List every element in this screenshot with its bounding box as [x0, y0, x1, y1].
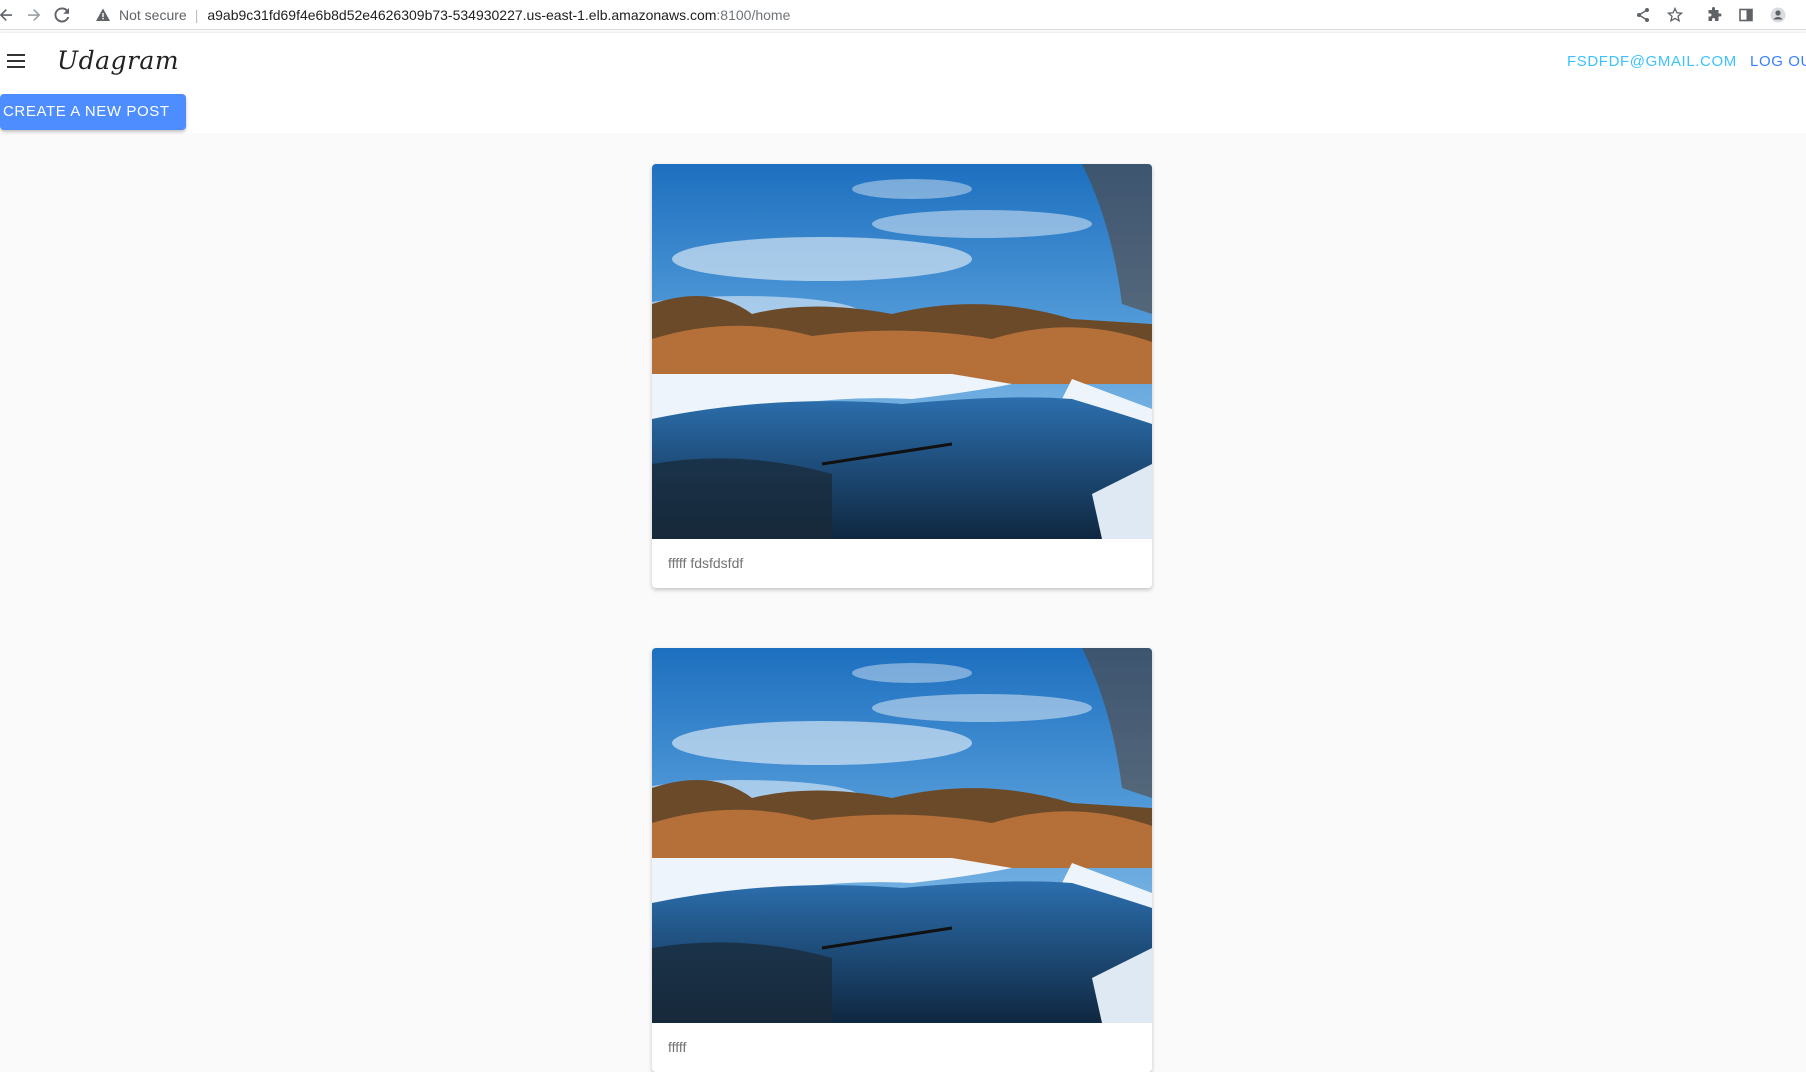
address-separator: | — [194, 7, 199, 23]
post-photo[interactable] — [652, 164, 1152, 539]
profile-button[interactable] — [1768, 5, 1788, 25]
extension-icon — [1708, 7, 1722, 21]
share-icon — [1637, 8, 1649, 22]
forward-button[interactable] — [24, 5, 44, 25]
sidepanel-icon — [1739, 8, 1753, 22]
post-card: fffff — [652, 648, 1152, 1072]
share-button[interactable] — [1633, 5, 1653, 25]
address-bar[interactable]: Not secure | a9ab9c31fd69f4e6b8d52e46263… — [95, 3, 1625, 27]
browser-toolbar: Not secure | a9ab9c31fd69f4e6b8d52e46263… — [0, 0, 1806, 30]
post-caption: fffff fdsfdsfdf — [668, 555, 744, 571]
bookmark-button[interactable] — [1665, 5, 1685, 25]
menu-button[interactable] — [4, 49, 28, 73]
create-post-button[interactable]: CREATE A NEW POST — [0, 94, 186, 130]
star-icon — [1667, 7, 1683, 23]
side-panel-button[interactable] — [1736, 5, 1756, 25]
menu-icon — [7, 54, 25, 68]
reload-icon — [54, 7, 70, 23]
app-toolbar: Udagram FSDFDF@GMAIL.COM LOG OU — [0, 33, 1806, 90]
post-photo[interactable] — [652, 648, 1152, 1023]
back-icon — [0, 9, 12, 21]
app-title: Udagram — [57, 46, 180, 75]
post-card: fffff fdsfdsfdf — [652, 164, 1152, 588]
url-path: :8100/home — [716, 7, 791, 23]
user-email-link[interactable]: FSDFDF@GMAIL.COM — [1567, 53, 1737, 70]
security-label[interactable]: Not secure — [119, 7, 187, 23]
back-button[interactable] — [0, 5, 16, 25]
post-caption: fffff — [668, 1039, 687, 1055]
warning-icon — [96, 8, 110, 21]
action-bar: CREATE A NEW POST — [0, 90, 1806, 133]
profile-icon — [1770, 7, 1786, 23]
reload-button[interactable] — [52, 5, 72, 25]
forward-icon — [28, 9, 41, 21]
logout-button[interactable]: LOG OU — [1750, 53, 1806, 70]
url-host: a9ab9c31fd69f4e6b8d52e4626309b73-5349302… — [207, 7, 717, 23]
extensions-button[interactable] — [1704, 5, 1724, 25]
